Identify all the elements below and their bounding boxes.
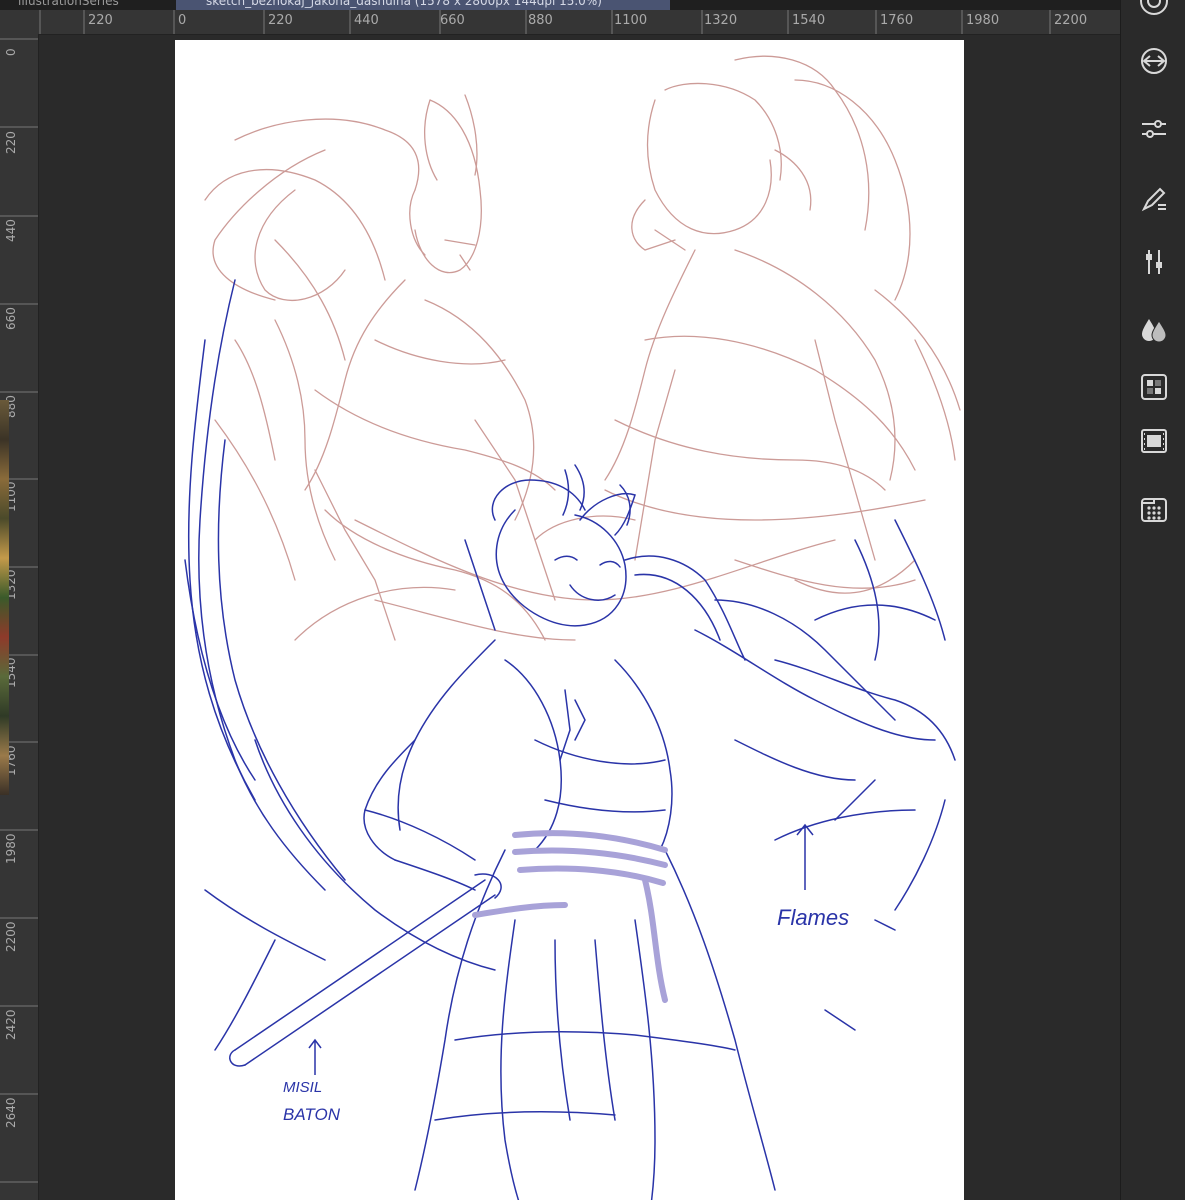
annotation-baton-line2: BATON xyxy=(283,1105,341,1124)
layer-adjust-button[interactable] xyxy=(1135,243,1173,281)
tab-current-document[interactable]: sketch_bezhokaj_jakona_dashuina (1578 x … xyxy=(176,0,670,10)
ruler-label: 2640 xyxy=(4,1097,18,1128)
gallery-button[interactable] xyxy=(1135,490,1173,528)
ruler-ticks xyxy=(39,10,1051,34)
adjacent-window-edge xyxy=(0,400,9,795)
canvas-page[interactable]: Flames MISIL BATON xyxy=(175,40,964,1200)
tab-label: sketch_bezhokaj_jakona_dashuina (1578 x … xyxy=(206,0,602,8)
film-icon xyxy=(1141,429,1167,453)
ruler-label: 1100 xyxy=(614,13,648,28)
ruler-label: 1980 xyxy=(4,833,18,864)
transform-button[interactable] xyxy=(1135,42,1173,80)
vertical-sliders-icon xyxy=(1146,250,1162,274)
ruler-label: 1760 xyxy=(880,13,914,28)
navigator-icon xyxy=(1140,0,1168,15)
navigator-button[interactable] xyxy=(1135,0,1173,20)
ruler-label: 2200 xyxy=(4,921,18,952)
ruler-label: 2420 xyxy=(4,1009,18,1040)
layers-button[interactable] xyxy=(1135,368,1173,406)
tab-label: illustrationSeries xyxy=(18,0,119,8)
transform-icon xyxy=(1141,48,1167,74)
ruler-label: 0 xyxy=(4,48,18,56)
ruler-label: 220 xyxy=(4,131,18,154)
layers-icon xyxy=(1141,374,1167,400)
ruler-label: 0 xyxy=(178,13,187,28)
ruler-label: 2200 xyxy=(1054,13,1088,28)
ruler-label: 220 xyxy=(268,13,293,28)
ruler-label: 1980 xyxy=(966,13,1000,28)
annotation-flames: Flames xyxy=(777,905,849,930)
tab-illustration-series[interactable]: illustrationSeries xyxy=(18,0,168,10)
sliders-icon xyxy=(1142,120,1166,138)
brush-settings-button[interactable] xyxy=(1135,180,1173,218)
canvas-viewport[interactable]: Flames MISIL BATON xyxy=(39,35,1120,1200)
right-toolbar xyxy=(1120,0,1185,1200)
ruler-label: 1540 xyxy=(792,13,826,28)
foreground-sketch-layer xyxy=(184,279,956,1200)
ruler-label: 440 xyxy=(354,13,379,28)
color-button[interactable] xyxy=(1135,310,1173,348)
sketch-artwork[interactable]: Flames MISIL BATON xyxy=(175,40,964,1200)
annotation-baton-line1: MISIL xyxy=(283,1079,322,1096)
animation-button[interactable] xyxy=(1135,422,1173,460)
ruler-label: 660 xyxy=(4,307,18,330)
belt-sketch xyxy=(472,830,668,1003)
ruler-label: 880 xyxy=(528,13,553,28)
ruler-label: 220 xyxy=(88,13,113,28)
brush-settings-icon xyxy=(1141,187,1166,212)
ruler-label: 1320 xyxy=(704,13,738,28)
background-sketch-layer xyxy=(204,55,961,641)
horizontal-ruler: 220 0 220 440 660 880 1100 1320 1540 176… xyxy=(0,10,1120,35)
adjust-button[interactable] xyxy=(1135,110,1173,148)
color-drops-icon xyxy=(1142,319,1167,343)
ruler-label: 660 xyxy=(440,13,465,28)
annotation-arrows xyxy=(308,823,814,1075)
ruler-label: 440 xyxy=(4,219,18,242)
gallery-grid-icon xyxy=(1141,498,1167,522)
document-tab-bar: illustrationSeries sketch_bezhokaj_jakon… xyxy=(0,0,1120,10)
